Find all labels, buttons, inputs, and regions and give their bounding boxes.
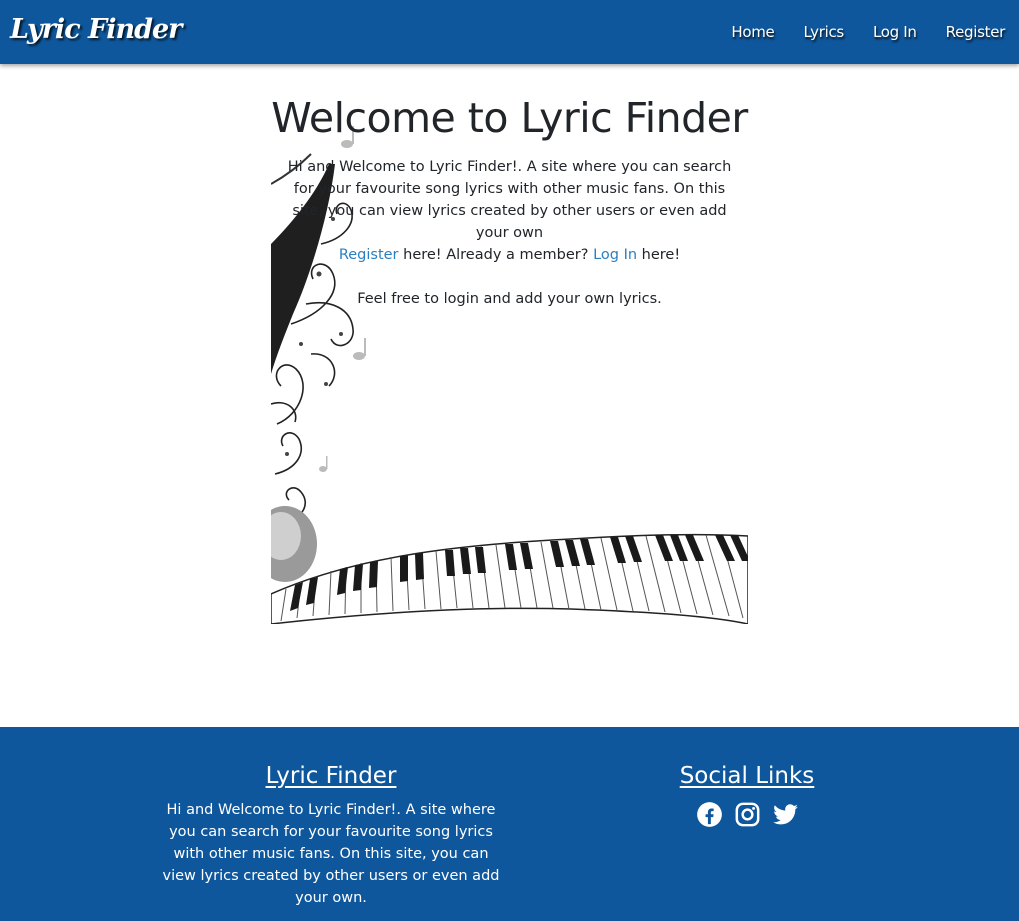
auth-prompt: Register here! Already a member? Log In … [271,244,748,266]
cta-text: Feel free to login and add your own lyri… [357,291,662,307]
main-content: Welcome to Lyric Finder Hi and Welcome t… [0,64,1019,727]
page-title: Welcome to Lyric Finder [271,94,748,142]
intro-paragraph: Hi and Welcome to Lyric Finder!. A site … [287,159,732,241]
footer-about-text: Hi and Welcome to Lyric Finder!. A site … [162,802,500,906]
footer-social: Social Links [642,763,852,828]
twitter-icon[interactable] [772,801,799,828]
facebook-icon[interactable] [696,801,723,828]
brand-logo[interactable]: Lyric Finder [10,14,182,45]
nav-link-lyrics[interactable]: Lyrics [803,23,844,41]
nav-link-login[interactable]: Log In [873,23,917,41]
register-text: here! Already a member? [398,247,594,263]
navbar: Lyric Finder Home Lyrics Log In Register [0,0,1019,64]
nav-link-register[interactable]: Register [946,23,1006,41]
instagram-icon[interactable] [734,801,761,828]
footer-about: Lyric Finder Hi and Welcome to Lyric Fin… [160,763,502,909]
social-icons [642,801,852,828]
nav-link-home[interactable]: Home [731,23,774,41]
register-link[interactable]: Register [339,247,399,263]
footer-social-heading: Social Links [679,763,815,789]
footer-about-heading: Lyric Finder [265,763,397,789]
login-link[interactable]: Log In [593,247,637,263]
login-text: here! [637,247,681,263]
nav-links: Home Lyrics Log In Register [702,23,1005,41]
footer: Lyric Finder Hi and Welcome to Lyric Fin… [0,727,1019,921]
